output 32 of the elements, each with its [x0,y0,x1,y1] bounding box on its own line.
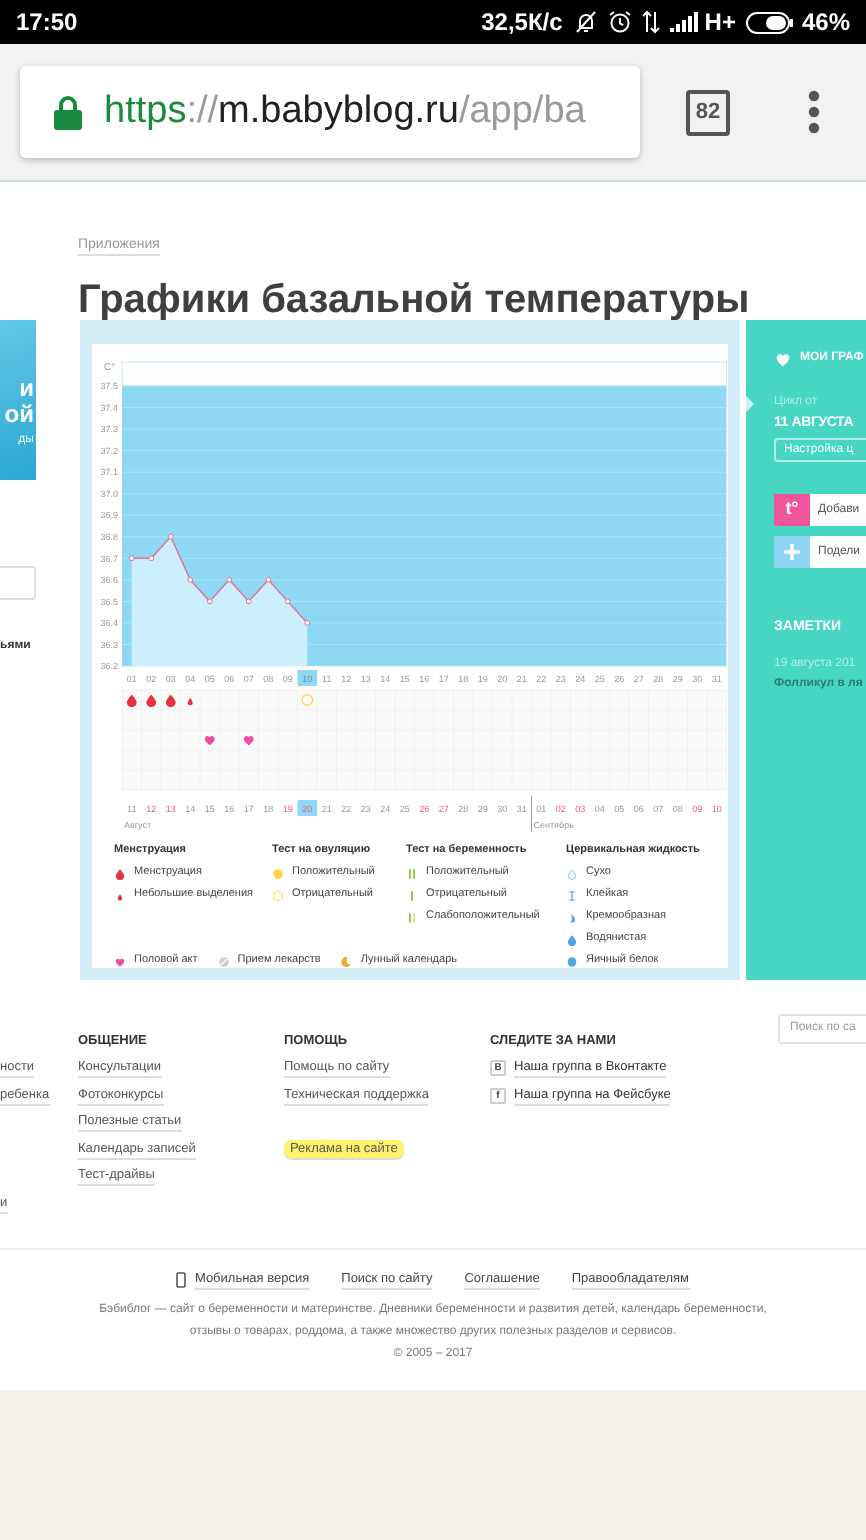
address-bar[interactable]: https://m.babyblog.ru/app/ba [20,66,640,158]
battery-icon [745,11,794,33]
battery-percent: 46% [801,6,850,40]
banner-text: и [19,376,34,402]
data-point [284,598,291,605]
tab-count-button[interactable]: 82 [686,89,730,135]
plus-icon [784,544,800,560]
page-title: Графики базальной температуры [78,276,750,324]
data-point [167,533,174,540]
data-point [128,555,135,562]
bell-off-icon [574,10,599,34]
network-speed: 32,5К/с [481,6,563,40]
data-arrows-icon [642,10,661,34]
temperature-icon: t° [774,494,810,526]
banner-text: ой [4,402,34,428]
data-point [304,620,311,626]
alarm-icon [608,10,633,34]
clock: 17:50 [16,6,78,40]
heart-icon [774,351,792,367]
data-point [245,598,252,605]
pointer-notch [746,396,754,412]
input-field[interactable] [0,566,36,600]
data-point [206,598,213,605]
data-point [226,576,233,583]
phone-icon [176,1272,187,1288]
data-point [265,576,272,583]
data-point [187,576,194,583]
menu-icon[interactable] [808,90,820,134]
signal-icon [670,12,699,32]
lock-icon [54,94,82,130]
network-type: H+ [704,6,736,40]
data-point [148,555,155,562]
